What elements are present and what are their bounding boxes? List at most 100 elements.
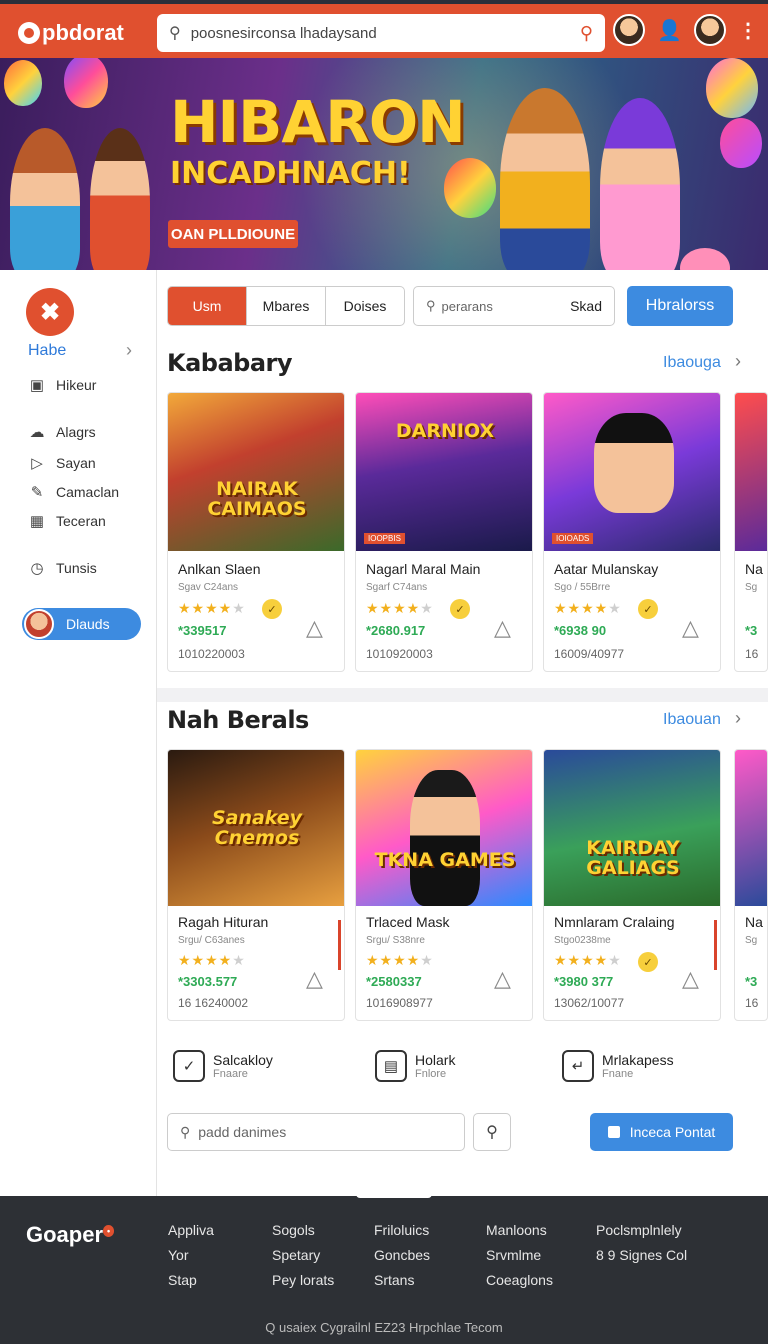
- bottom-search-placeholder: padd danimes: [198, 1124, 287, 1140]
- game-price: *339517: [178, 623, 227, 638]
- search-icon: ⚲: [169, 25, 181, 42]
- sidebar-item-label: Sayan: [56, 455, 96, 471]
- sidebar-item-label: Teceran: [56, 513, 106, 529]
- sidebar-item-tunsis[interactable]: ◷ Tunsis: [28, 559, 96, 577]
- sidebar-item-hikeur[interactable]: ▣ Hikeur: [28, 376, 97, 394]
- bell-icon[interactable]: △: [682, 966, 708, 992]
- footer-link[interactable]: 8 9 Signes Col: [596, 1247, 687, 1263]
- game-id: 13062/10077: [554, 996, 625, 1010]
- more-menu-icon[interactable]: ⋮: [738, 18, 758, 43]
- game-thumbnail: IOOPBIS DARNIOX: [356, 393, 532, 551]
- footer-link[interactable]: Spetary: [272, 1247, 334, 1263]
- footer-link[interactable]: Sogols: [272, 1222, 334, 1238]
- avatar[interactable]: [613, 14, 646, 46]
- see-more-link[interactable]: Ibaouan: [663, 711, 721, 729]
- bell-icon[interactable]: △: [682, 615, 708, 641]
- feature-item[interactable]: ✓ Salcakloy Fnaare: [173, 1050, 273, 1082]
- footer-link[interactable]: Goncbes: [374, 1247, 430, 1263]
- contact-button[interactable]: Inceca Pontat: [590, 1113, 733, 1151]
- bell-icon[interactable]: △: [494, 615, 520, 641]
- coin-icon: ✓: [450, 599, 470, 619]
- game-thumbnail: [735, 750, 767, 906]
- search-bar[interactable]: ⚲ poosnesirconsa lhadaysand ⚲: [157, 14, 605, 52]
- badge-icon: •: [103, 1224, 115, 1237]
- image-icon: ▦: [29, 513, 45, 530]
- bottom-search-input[interactable]: ⚲ padd danimes: [167, 1113, 465, 1151]
- game-meta: Sgo / 55Brre: [554, 582, 611, 593]
- sidebar-pill-label: Dlauds: [66, 616, 110, 632]
- game-meta: Sg: [745, 935, 758, 946]
- scroll-indicator: [714, 920, 717, 970]
- feature-subtitle: Fnaare: [213, 1068, 248, 1080]
- hero-cta-button[interactable]: OAN PLLDIOUNE: [168, 220, 298, 248]
- character-boy: [90, 128, 150, 270]
- sidebar-item-label: Hikeur: [56, 377, 97, 393]
- footer-link[interactable]: Stap: [168, 1272, 214, 1288]
- pink-mascot: [680, 248, 730, 270]
- primary-action-button[interactable]: Hbralorss: [627, 286, 733, 326]
- search-icon: ⚲: [426, 298, 436, 313]
- site-logo[interactable]: pbdorat: [18, 20, 124, 46]
- game-card-partial[interactable]: Na Sg *3 16: [734, 392, 768, 672]
- footer-link[interactable]: Srtans: [374, 1272, 430, 1288]
- footer-link[interactable]: Coeaglons: [486, 1272, 553, 1288]
- footer-link[interactable]: Srvmlme: [486, 1247, 553, 1263]
- sidebar-item-label: Camaclan: [56, 484, 120, 500]
- feature-title: Mrlakapess: [602, 1052, 674, 1068]
- footer-column: Friloluics Goncbes Srtans: [374, 1222, 430, 1288]
- footer-column: Sogols Spetary Pey lorats: [272, 1222, 334, 1288]
- sidebar-item-teceran[interactable]: ▦ Teceran: [28, 512, 106, 530]
- hero-subtitle: INCADHNACH!: [170, 156, 411, 191]
- footer-link[interactable]: Poclsmplnlely: [596, 1222, 687, 1238]
- game-card[interactable]: IOOPBIS DARNIOX Nagarl Maral Main Sgarf …: [355, 392, 533, 672]
- balloon-decor: [64, 58, 108, 108]
- game-card[interactable]: IOIOADS Aatar Mulanskay Sgo / 55Brre ★★★…: [543, 392, 721, 672]
- chevron-right-icon[interactable]: ›: [735, 708, 741, 729]
- see-more-link[interactable]: Ibaouga: [663, 354, 721, 372]
- footer-link[interactable]: Yor: [168, 1247, 214, 1263]
- thumbnail-title: KAIRDAY GALIAGS: [586, 837, 680, 879]
- segmented-tabs: Usm Mbares Doises: [167, 286, 405, 326]
- footer-link[interactable]: Appliva: [168, 1222, 214, 1238]
- tools-icon[interactable]: ✖: [26, 288, 74, 336]
- game-card[interactable]: Sanakey Cnemos Ragah Hituran Srgu/ C63an…: [167, 749, 345, 1021]
- game-name: Na: [745, 561, 763, 577]
- game-card-partial[interactable]: Na Sg *3 16: [734, 749, 768, 1021]
- cloud-icon: ☁: [29, 424, 45, 441]
- sidebar-item-home[interactable]: Habe: [28, 342, 66, 360]
- sidebar-profile-pill[interactable]: Dlauds: [22, 608, 141, 640]
- search-button[interactable]: ⚲: [473, 1113, 511, 1151]
- footer-link[interactable]: Pey lorats: [272, 1272, 334, 1288]
- footer-link[interactable]: Friloluics: [374, 1222, 430, 1238]
- thumbnail-title: DARNIOX: [395, 420, 495, 442]
- chevron-right-icon[interactable]: ›: [735, 351, 741, 372]
- game-meta: Srgu/ C63anes: [178, 935, 245, 946]
- bell-icon[interactable]: △: [494, 966, 520, 992]
- game-card[interactable]: TKNA GAMES Trlaced Mask Srgu/ S38nre ★★★…: [355, 749, 533, 1021]
- game-card[interactable]: NAIRAK CAIMAOS Anlkan Slaen Sgav C24ans …: [167, 392, 345, 672]
- sort-button[interactable]: Skad: [570, 298, 602, 314]
- game-card[interactable]: KAIRDAY GALIAGS Nmnlaram Cralaing Stgo02…: [543, 749, 721, 1021]
- footer-link[interactable]: Manloons: [486, 1222, 553, 1238]
- feature-item[interactable]: ↵ Mrlakapess Fnane: [562, 1050, 674, 1082]
- character-boy-cheering: [500, 88, 590, 270]
- bell-icon[interactable]: △: [306, 615, 332, 641]
- hero-banner[interactable]: HIBARON INCADHNACH! OAN PLLDIOUNE: [0, 58, 768, 270]
- tab-mbares[interactable]: Mbares: [247, 287, 326, 325]
- footer-logo[interactable]: Goaper •: [26, 1222, 115, 1248]
- sidebar-item-camaclan[interactable]: ✎ Camaclan: [28, 483, 119, 501]
- sidebar-item-sayan[interactable]: ▷ Sayan: [28, 454, 96, 472]
- filter-input[interactable]: ⚲ perarans Skad: [413, 286, 615, 326]
- feature-item[interactable]: ▤ Holark Fnlore: [375, 1050, 455, 1082]
- user-icon[interactable]: 👤: [657, 18, 682, 43]
- tab-doises[interactable]: Doises: [326, 287, 404, 325]
- search-input[interactable]: poosnesirconsa lhadaysand: [191, 25, 570, 42]
- sidebar-item-alagrs[interactable]: ☁ Alagrs: [28, 423, 96, 441]
- search-submit-icon[interactable]: ⚲: [580, 23, 593, 44]
- avatar-secondary[interactable]: [694, 14, 726, 46]
- character-portrait: [410, 770, 480, 906]
- bell-icon[interactable]: △: [306, 966, 332, 992]
- chevron-right-icon[interactable]: ›: [126, 340, 132, 361]
- feature-title: Salcakloy: [213, 1052, 273, 1068]
- tab-usm[interactable]: Usm: [168, 287, 247, 325]
